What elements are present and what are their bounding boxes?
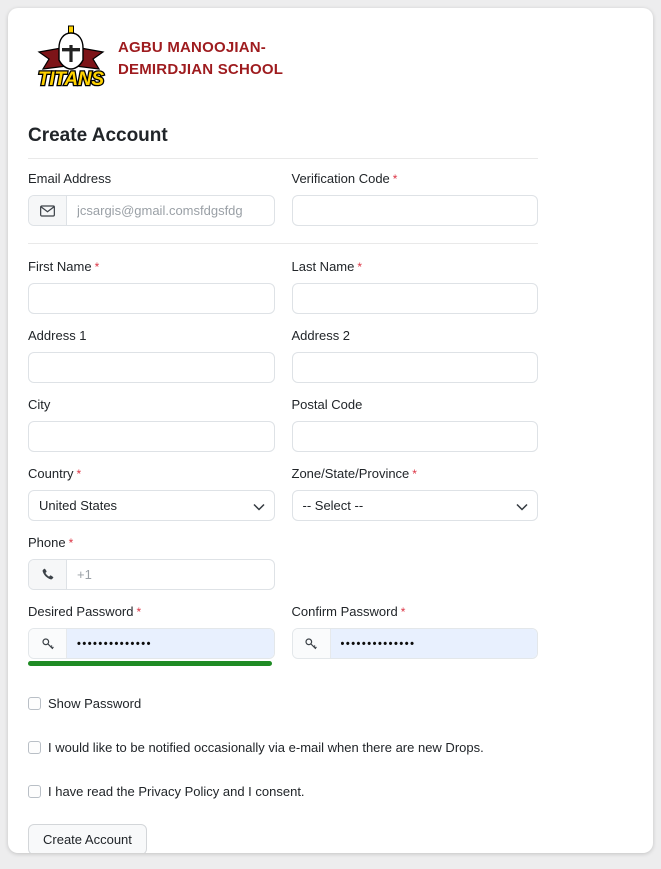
zone-select[interactable]: -- Select -- [292,490,539,521]
show-password-row: Show Password [28,696,538,711]
desired-password-group [28,628,275,659]
page-title: Create Account [28,125,538,147]
email-label: Email Address [28,171,275,186]
privacy-checkbox[interactable] [28,785,41,798]
school-name: AGBU MANOOJIAN- DEMIRDJIAN SCHOOL [118,37,283,81]
email-input-group [28,195,275,226]
privacy-policy-link[interactable]: Privacy Policy [138,784,219,799]
show-password-label: Show Password [48,696,141,711]
brand-header: TITANS AGBU MANOOJIAN- DEMIRDJIAN SCHOOL [28,25,633,92]
postal-code-input[interactable] [292,421,539,452]
notify-checkbox[interactable] [28,741,41,754]
notify-label: I would like to be notified occasionally… [48,740,484,755]
create-account-card: TITANS AGBU MANOOJIAN- DEMIRDJIAN SCHOOL… [8,8,653,853]
country-select[interactable]: United States [28,490,275,521]
country-label: Country* [28,466,275,481]
privacy-label: I have read the Privacy Policy and I con… [48,784,305,799]
phone-input[interactable] [67,560,274,589]
create-account-button[interactable]: Create Account [28,824,147,853]
verification-code-label: Verification Code* [292,171,539,186]
postal-code-label: Postal Code [292,397,539,412]
email-input[interactable] [67,196,274,225]
address2-label: Address 2 [292,328,539,343]
city-label: City [28,397,275,412]
desired-password-label: Desired Password* [28,604,275,619]
phone-label: Phone* [28,535,275,550]
phone-input-group [28,559,275,590]
city-input[interactable] [28,421,275,452]
desired-password-input[interactable] [67,629,274,658]
key-icon [293,629,331,658]
confirm-password-input[interactable] [331,629,538,658]
password-strength-bar [28,661,272,666]
confirm-password-label: Confirm Password* [292,604,539,619]
confirm-password-group [292,628,539,659]
verification-code-input[interactable] [292,195,539,226]
first-name-label: First Name* [28,259,275,274]
key-icon [29,629,67,658]
section-divider [28,243,538,244]
title-divider [28,158,538,159]
school-logo: TITANS [36,25,106,92]
address1-label: Address 1 [28,328,275,343]
envelope-icon [29,196,67,225]
show-password-checkbox[interactable] [28,697,41,710]
svg-text:TITANS: TITANS [38,69,104,89]
last-name-input[interactable] [292,283,539,314]
privacy-row: I have read the Privacy Policy and I con… [28,784,538,799]
zone-label: Zone/State/Province* [292,466,539,481]
address2-input[interactable] [292,352,539,383]
last-name-label: Last Name* [292,259,539,274]
notify-row: I would like to be notified occasionally… [28,740,538,755]
address1-input[interactable] [28,352,275,383]
phone-icon [29,560,67,589]
first-name-input[interactable] [28,283,275,314]
